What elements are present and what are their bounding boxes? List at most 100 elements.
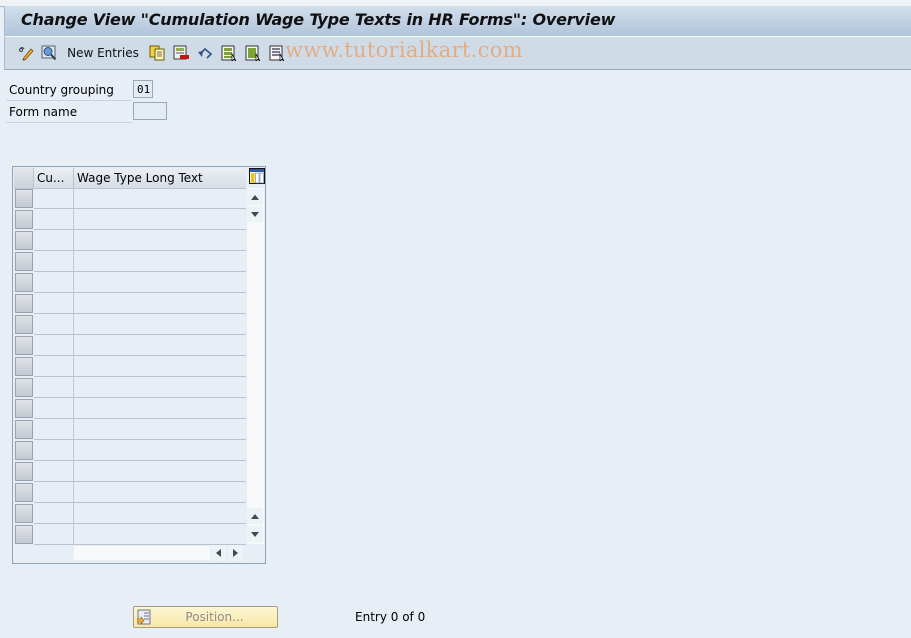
cell-long-text[interactable]: [74, 398, 246, 419]
column-config-icon: [249, 168, 265, 184]
cell-cumulation[interactable]: [34, 524, 74, 545]
cell-cumulation[interactable]: [34, 188, 74, 209]
cell-cumulation[interactable]: [34, 230, 74, 251]
table-row: [14, 482, 246, 503]
cell-cumulation[interactable]: [34, 272, 74, 293]
cell-cumulation[interactable]: [34, 440, 74, 461]
new-entries-button[interactable]: New Entries: [67, 44, 139, 62]
vertical-scrollbar[interactable]: [247, 188, 264, 544]
cell-cumulation[interactable]: [34, 482, 74, 503]
cell-long-text[interactable]: [74, 524, 246, 545]
deselect-all-icon: [269, 45, 285, 61]
magnifier-icon: [41, 45, 57, 61]
cell-long-text[interactable]: [74, 188, 246, 209]
row-selector[interactable]: [15, 294, 33, 313]
table-settings-button[interactable]: [249, 168, 265, 186]
table-row: [14, 356, 246, 377]
cell-cumulation[interactable]: [34, 419, 74, 440]
cell-cumulation[interactable]: [34, 251, 74, 272]
label-underline: [6, 100, 132, 101]
row-selector[interactable]: [15, 525, 33, 544]
row-selector[interactable]: [15, 462, 33, 481]
country-grouping-label: Country grouping: [9, 83, 114, 97]
cell-cumulation[interactable]: [34, 461, 74, 482]
deselect-all-button[interactable]: [268, 44, 286, 62]
row-selector[interactable]: [15, 357, 33, 376]
row-selector[interactable]: [15, 210, 33, 229]
row-selector[interactable]: [15, 483, 33, 502]
row-selector[interactable]: [15, 252, 33, 271]
cell-long-text[interactable]: [74, 293, 246, 314]
cell-long-text[interactable]: [74, 251, 246, 272]
cell-cumulation[interactable]: [34, 377, 74, 398]
cell-long-text[interactable]: [74, 440, 246, 461]
cell-cumulation[interactable]: [34, 335, 74, 356]
application-toolbar: New Entries www.tutorialkart.com: [4, 37, 911, 70]
table-row: [14, 314, 246, 335]
entry-counter: Entry 0 of 0: [355, 610, 426, 624]
scroll-right-button[interactable]: [228, 545, 243, 561]
row-selector[interactable]: [15, 441, 33, 460]
cell-long-text[interactable]: [74, 314, 246, 335]
column-header-cumulation[interactable]: Cu...: [34, 168, 74, 188]
cell-cumulation[interactable]: [34, 314, 74, 335]
row-selector[interactable]: [15, 336, 33, 355]
horizontal-scrollbar[interactable]: [74, 546, 210, 560]
cell-long-text[interactable]: [74, 335, 246, 356]
cell-long-text[interactable]: [74, 419, 246, 440]
row-selector[interactable]: [15, 231, 33, 250]
row-selector[interactable]: [15, 504, 33, 523]
arrow-up-icon: [251, 513, 259, 519]
cell-long-text[interactable]: [74, 482, 246, 503]
row-selector[interactable]: [15, 420, 33, 439]
table-row: [14, 503, 246, 524]
cell-long-text[interactable]: [74, 209, 246, 230]
column-header-long-text[interactable]: Wage Type Long Text: [74, 168, 246, 188]
cell-cumulation[interactable]: [34, 503, 74, 524]
table-row: [14, 209, 246, 230]
page-down-button[interactable]: [247, 206, 263, 222]
cell-long-text[interactable]: [74, 503, 246, 524]
new-entries-label: New Entries: [67, 46, 139, 60]
row-selector[interactable]: [15, 378, 33, 397]
cell-long-text[interactable]: [74, 272, 246, 293]
cell-cumulation[interactable]: [34, 398, 74, 419]
table-row: [14, 293, 246, 314]
cell-long-text[interactable]: [74, 230, 246, 251]
delete-button[interactable]: [172, 44, 190, 62]
select-block-button[interactable]: [244, 44, 262, 62]
scroll-up-button[interactable]: [247, 189, 263, 205]
row-selector[interactable]: [15, 273, 33, 292]
display-change-button[interactable]: [17, 44, 35, 62]
table-row: [14, 230, 246, 251]
table-row: [14, 524, 246, 545]
country-grouping-field[interactable]: 01: [133, 80, 153, 98]
table-row: [14, 377, 246, 398]
cell-long-text[interactable]: [74, 461, 246, 482]
details-button[interactable]: [40, 44, 58, 62]
undo-change-button[interactable]: [196, 44, 214, 62]
scroll-left-button[interactable]: [211, 545, 226, 561]
cell-long-text[interactable]: [74, 377, 246, 398]
select-block-icon: [245, 45, 261, 61]
copy-as-button[interactable]: [148, 44, 166, 62]
select-all-rows-cell[interactable]: [14, 168, 34, 188]
page-title: Change View "Cumulation Wage Type Texts …: [21, 10, 616, 29]
row-selector[interactable]: [15, 399, 33, 418]
scroll-down-button[interactable]: [247, 526, 263, 542]
page-up-button[interactable]: [247, 508, 263, 524]
select-all-button[interactable]: [220, 44, 238, 62]
cell-long-text[interactable]: [74, 356, 246, 377]
cell-cumulation[interactable]: [34, 293, 74, 314]
row-selector[interactable]: [15, 189, 33, 208]
position-button[interactable]: Position...: [133, 606, 278, 628]
arrow-right-icon: [233, 549, 238, 557]
form-name-field[interactable]: [133, 102, 167, 120]
cell-cumulation[interactable]: [34, 356, 74, 377]
copy-icon: [149, 45, 165, 61]
delete-row-icon: [173, 45, 189, 60]
cell-cumulation[interactable]: [34, 209, 74, 230]
row-selector[interactable]: [15, 315, 33, 334]
undo-icon: [198, 47, 213, 59]
table-row: [14, 419, 246, 440]
